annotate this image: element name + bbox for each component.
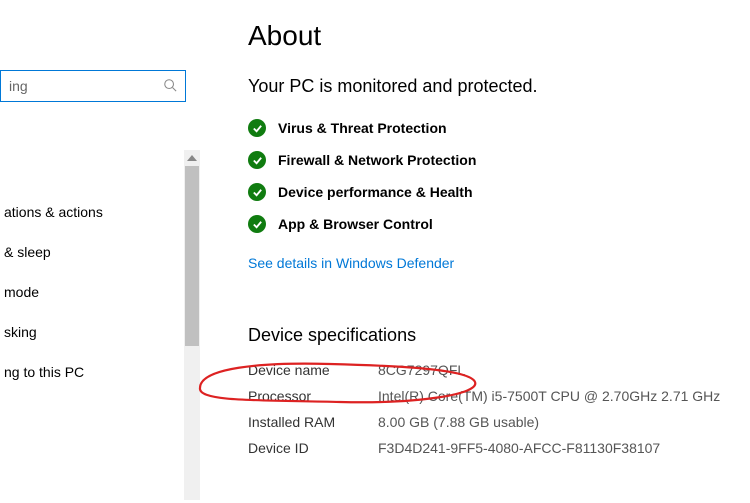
scrollbar-up-icon[interactable] — [184, 150, 200, 166]
scrollbar-thumb[interactable] — [185, 166, 199, 346]
search-box[interactable] — [0, 70, 186, 102]
sidebar-item-multitasking[interactable]: sking — [0, 312, 200, 352]
protection-label: Virus & Threat Protection — [278, 120, 447, 136]
protection-status: Your PC is monitored and protected. — [248, 76, 730, 97]
check-icon — [248, 151, 266, 169]
spec-label-device-id: Device ID — [248, 440, 378, 456]
spec-label-processor: Processor — [248, 388, 378, 404]
protection-item-app-browser: App & Browser Control — [248, 215, 730, 233]
sidebar: ations & actions & sleep mode sking ng t… — [0, 0, 200, 503]
device-specs-grid: Device name 8CG7297QFL Processor Intel(R… — [248, 362, 730, 456]
spec-label-device-name: Device name — [248, 362, 378, 378]
protection-label: Firewall & Network Protection — [278, 152, 476, 168]
device-specs-section: Device specifications Device name 8CG729… — [248, 325, 730, 456]
check-icon — [248, 119, 266, 137]
spec-value-processor: Intel(R) Core(TM) i5-7500T CPU @ 2.70GHz… — [378, 388, 730, 404]
search-input[interactable] — [9, 78, 163, 94]
spec-value-device-id: F3D4D241-9FF5-4080-AFCC-F81130F38107 — [378, 440, 730, 456]
main-content: About Your PC is monitored and protected… — [200, 0, 750, 503]
protection-list: Virus & Threat Protection Firewall & Net… — [248, 119, 730, 233]
page-title: About — [248, 20, 730, 52]
search-icon[interactable] — [163, 78, 177, 95]
spec-value-ram: 8.00 GB (7.88 GB usable) — [378, 414, 730, 430]
protection-label: Device performance & Health — [278, 184, 473, 200]
protection-item-firewall: Firewall & Network Protection — [248, 151, 730, 169]
sidebar-item-power-sleep[interactable]: & sleep — [0, 232, 200, 272]
sidebar-item-tablet-mode[interactable]: mode — [0, 272, 200, 312]
device-specs-title: Device specifications — [248, 325, 730, 346]
sidebar-item-notifications[interactable]: ations & actions — [0, 192, 200, 232]
spec-label-ram: Installed RAM — [248, 414, 378, 430]
check-icon — [248, 183, 266, 201]
scrollbar[interactable] — [184, 150, 200, 500]
sidebar-item-projecting[interactable]: ng to this PC — [0, 352, 200, 392]
defender-link[interactable]: See details in Windows Defender — [248, 255, 454, 271]
spec-value-device-name: 8CG7297QFL — [378, 362, 730, 378]
protection-item-virus: Virus & Threat Protection — [248, 119, 730, 137]
protection-item-performance: Device performance & Health — [248, 183, 730, 201]
protection-label: App & Browser Control — [278, 216, 433, 232]
check-icon — [248, 215, 266, 233]
sidebar-nav: ations & actions & sleep mode sking ng t… — [0, 192, 200, 392]
